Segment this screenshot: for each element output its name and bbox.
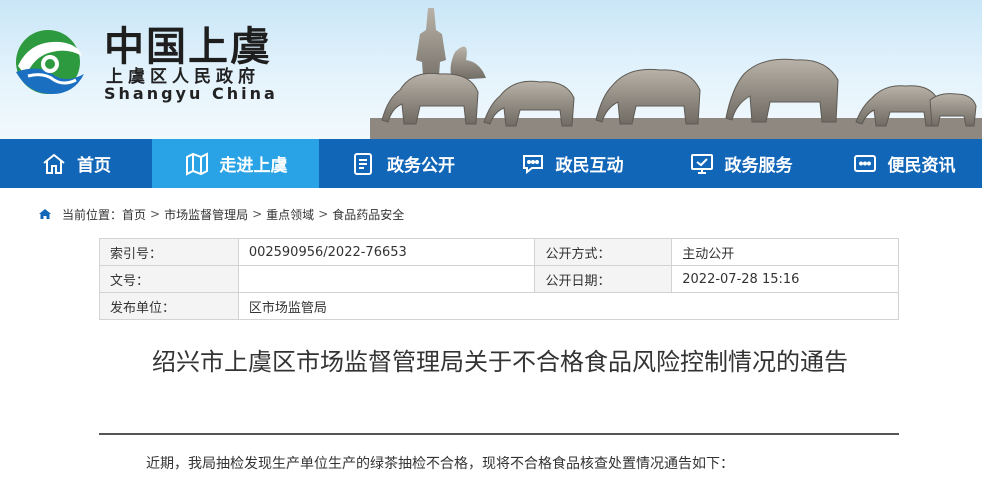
document-info-table: 索引号： 002590956/2022-76653 公开方式： 主动公开 文号：… bbox=[99, 238, 900, 320]
breadcrumb-prefix: 当前位置： bbox=[62, 207, 123, 222]
monitor-icon bbox=[690, 153, 713, 174]
publish-date-label: 公开日期： bbox=[534, 265, 673, 293]
nav-item-home[interactable]: 首页 bbox=[0, 139, 152, 188]
breadcrumb-link-home[interactable]: 首页 bbox=[122, 206, 146, 223]
article-title: 绍兴市上虞区市场监督管理局关于不合格食品风险控制情况的通告 bbox=[152, 348, 848, 376]
table-row: 索引号： 002590956/2022-76653 公开方式： 主动公开 bbox=[99, 238, 899, 266]
nav-item-interaction[interactable]: 政民互动 bbox=[487, 139, 656, 188]
document-number-label: 文号： bbox=[99, 265, 239, 293]
site-header: 中国上虞 上虞区人民政府 Shangyu China bbox=[0, 0, 982, 139]
message-icon bbox=[853, 154, 876, 172]
breadcrumb-link-food-drug-safety[interactable]: 食品药品安全 bbox=[332, 206, 404, 223]
nav-item-about[interactable]: 走进上虞 bbox=[152, 139, 319, 188]
home-icon bbox=[43, 153, 65, 174]
index-number-label: 索引号： bbox=[99, 238, 239, 266]
nav-item-info[interactable]: 便民资讯 bbox=[825, 139, 982, 188]
main-nav: 首页 走进上虞 政务公开 政民互动 政务服务 便民资讯 bbox=[0, 139, 982, 188]
document-icon bbox=[354, 152, 372, 175]
nav-item-label: 走进上虞 bbox=[219, 156, 288, 176]
publisher-value: 区市场监管局 bbox=[237, 292, 900, 320]
publish-date-value: 2022-07-28 15:16 bbox=[671, 265, 899, 293]
shangyu-logo-emblem bbox=[16, 30, 84, 94]
nav-item-label: 便民资讯 bbox=[887, 156, 956, 176]
breadcrumb-link-market-bureau[interactable]: 市场监督管理局 bbox=[164, 206, 248, 223]
map-icon bbox=[185, 151, 208, 176]
breadcrumb: 当前位置： 首页 > 市场监督管理局 > 重点领域 > 食品药品安全 bbox=[38, 204, 404, 224]
chat-icon bbox=[522, 154, 543, 174]
nav-item-services[interactable]: 政务服务 bbox=[656, 139, 825, 188]
breadcrumb-separator: > bbox=[318, 207, 329, 221]
disclosure-method-value: 主动公开 bbox=[671, 238, 899, 266]
title-divider bbox=[99, 433, 899, 435]
nav-item-label: 政务公开 bbox=[387, 156, 455, 176]
breadcrumb-link-key-areas[interactable]: 重点领域 bbox=[266, 206, 314, 223]
document-number-value bbox=[237, 265, 536, 293]
nav-item-label: 首页 bbox=[77, 156, 111, 176]
disclosure-method-label: 公开方式： bbox=[534, 238, 673, 266]
nav-item-label: 政民互动 bbox=[555, 156, 624, 176]
logo-subtitle-en: Shangyu China bbox=[104, 84, 278, 103]
nav-item-gov-open[interactable]: 政务公开 bbox=[319, 139, 487, 188]
nav-item-label: 政务服务 bbox=[724, 156, 793, 176]
table-row: 文号： 公开日期： 2022-07-28 15:16 bbox=[99, 265, 899, 293]
breadcrumb-separator: > bbox=[252, 207, 263, 221]
article-intro: 近期，我局抽检发现生产单位生产的绿茶抽检不合格，现将不合格食品核查处置情况通告如… bbox=[146, 456, 734, 472]
table-row: 发布单位： 区市场监管局 bbox=[99, 292, 900, 320]
publisher-label: 发布单位： bbox=[99, 292, 239, 320]
breadcrumb-separator: > bbox=[150, 207, 161, 221]
home-icon bbox=[39, 209, 51, 219]
index-number-value: 002590956/2022-76653 bbox=[237, 238, 536, 266]
